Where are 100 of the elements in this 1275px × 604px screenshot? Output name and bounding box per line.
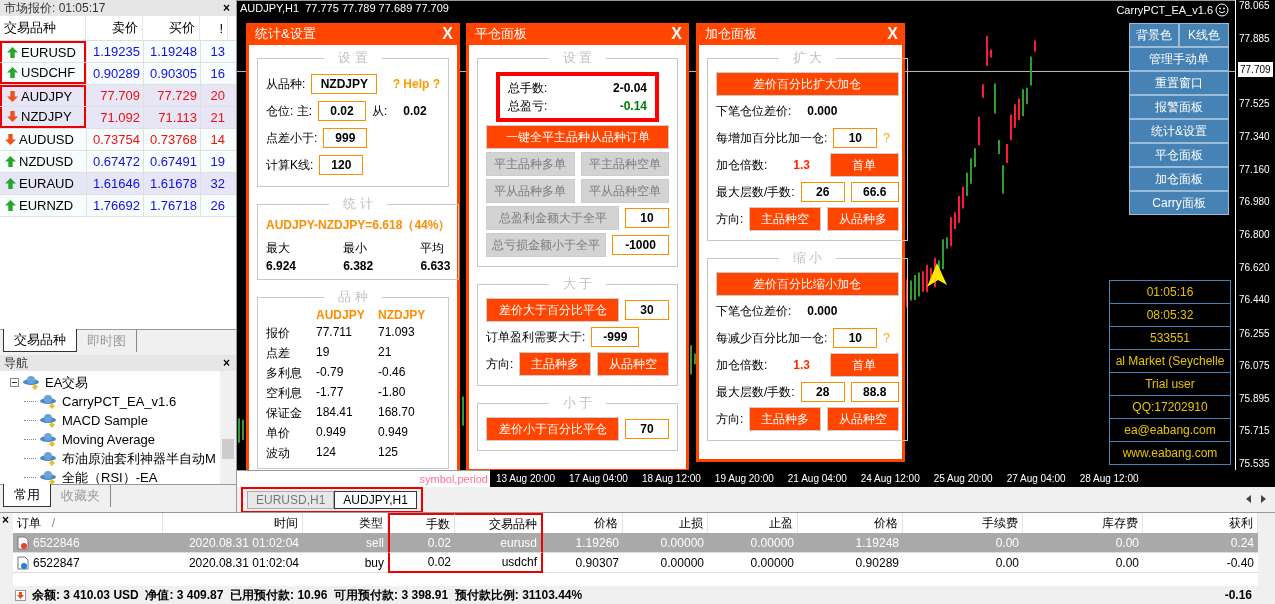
ask-price: 0.73768	[143, 129, 200, 150]
collapse-icon[interactable]	[10, 378, 19, 387]
scrollbar[interactable]	[220, 371, 236, 484]
multiplier-value: 1.3	[793, 158, 811, 172]
table-cell: 1.19260	[543, 533, 623, 553]
ask-price: 0.90305	[143, 63, 200, 84]
value-text: 0.000	[807, 104, 838, 118]
input-field[interactable]: 10	[833, 328, 878, 348]
field-label: 方向:	[716, 210, 744, 228]
panel-button[interactable]: 平仓面板	[1129, 143, 1229, 167]
object-label: symbol,period	[419, 473, 489, 485]
table-cell: 0.00000	[708, 533, 798, 553]
bid-price: 77.709	[86, 85, 143, 106]
table-cell-text: 124	[316, 445, 338, 461]
input-field[interactable]: 88.8	[850, 382, 899, 402]
tree-item[interactable]: CarryPCT_EA_v1.6	[62, 394, 177, 409]
input-field[interactable]: 10	[625, 208, 669, 228]
quote-row[interactable]: AUDJPY 77.709 77.729 20	[0, 85, 236, 107]
tree-item[interactable]: 布油原油套利神器半自动M	[62, 449, 216, 468]
field-label: 方向:	[716, 410, 744, 428]
panel-button[interactable]: Carry面板	[1129, 191, 1229, 215]
info-line: ea@eabang.com	[1110, 419, 1230, 442]
tree-item[interactable]: Moving Average	[62, 432, 155, 447]
spread-headline: AUDJPY-NZDJPY=6.618（44%）	[266, 217, 451, 234]
close-button[interactable]: ×	[0, 513, 11, 527]
table-cell-text: 空利息	[266, 385, 303, 402]
stat-value: 6.633	[420, 259, 451, 273]
stat-label: 最大	[266, 240, 291, 257]
time-label: 21 Aug 04:00	[787, 473, 847, 484]
ask-price: 1.76718	[143, 195, 200, 216]
quote-row[interactable]: NZDJPY 71.092 71.113 21	[0, 107, 236, 129]
time-label: 17 Aug 04:00	[568, 473, 628, 484]
field-label: 点差小于:	[266, 129, 318, 147]
scroll-right-icon[interactable]	[1259, 495, 1267, 503]
panel-button[interactable]: 统计&设置	[1129, 119, 1229, 143]
quote-row[interactable]: USDCHF 0.90289 0.90305 16	[0, 63, 236, 85]
panel-button[interactable]: 加仓面板	[1129, 167, 1229, 191]
table-cell: eurusd	[455, 533, 543, 553]
chart-tab[interactable]: AUDJPY,H1	[334, 491, 417, 509]
panel-title: 加仓面板	[705, 25, 757, 43]
input-field[interactable]: 10	[833, 128, 878, 148]
spread-value: 14	[200, 129, 228, 150]
input-field[interactable]: 999	[323, 128, 368, 148]
table-cell: sell	[303, 533, 388, 553]
quote-row[interactable]: EURNZD 1.76692 1.76718 26	[0, 195, 236, 217]
quote-row[interactable]: EURUSD 1.19235 1.19248 13	[0, 41, 236, 63]
column-header[interactable]: 卖价	[86, 16, 143, 40]
ask-price: 0.67491	[143, 151, 200, 172]
input-field[interactable]: -1000	[612, 235, 669, 255]
column-header[interactable]: !	[200, 16, 228, 40]
info-line: www.eabang.com	[1121, 445, 1219, 462]
tab[interactable]: 常用	[3, 484, 51, 507]
tree-item[interactable]: 全能（RSI）-EA	[62, 468, 158, 484]
hat-icon	[40, 413, 58, 428]
input-field[interactable]: 26	[800, 182, 845, 202]
input-field[interactable]: 66.6	[850, 182, 899, 202]
table-cell-text: -0.79	[316, 365, 345, 381]
table-cell-text: 184.41	[316, 405, 354, 421]
section-legend: 扩 大	[778, 49, 837, 67]
panel-button[interactable]: 报警面板	[1129, 95, 1229, 119]
quote-row[interactable]: AUDUSD 0.73754 0.73768 14	[0, 129, 236, 151]
order-row[interactable]: 6522847 2020.08.31 01:02:04 buy 0.02 usdchf 0.90307 0.00000 0.00000 0.90289 0.00 0.00 -0.40	[13, 553, 1258, 573]
input-field[interactable]: 70	[625, 419, 669, 439]
panel-button[interactable]: 管理手动单	[1129, 47, 1229, 71]
input-field[interactable]: 30	[625, 300, 669, 320]
column-header[interactable]: 买价	[143, 16, 200, 40]
account-summary: 余额: 3 410.03 USD 净值: 3 409.87 已用预付款: 10.96 可用预付款: 3 398.91 预付款比例: 31103.44%	[32, 586, 583, 604]
input-field[interactable]: 0.02	[318, 101, 366, 121]
price-label: 76.620	[1239, 261, 1270, 274]
section-legend: 缩 小	[778, 249, 837, 267]
section-legend: 大 于	[548, 275, 607, 293]
tree-item[interactable]: EA交易	[45, 373, 89, 392]
table-cell-text: -0.46	[378, 365, 407, 381]
close-button[interactable]: ×	[221, 1, 232, 15]
spread-value: 20	[200, 85, 228, 106]
quote-row[interactable]: EURAUD 1.61646 1.61678 32	[0, 173, 236, 195]
info-line: al Market (Seychelle	[1110, 350, 1230, 373]
input-field[interactable]: NZDJPY	[311, 74, 378, 94]
symbol-name: AUDJPY	[21, 89, 73, 104]
input-field[interactable]: 120	[319, 155, 364, 175]
tab[interactable]: 交易品种	[3, 329, 77, 352]
price-label: 75.895	[1239, 392, 1270, 405]
panel-button[interactable]: K线色	[1179, 23, 1229, 47]
scroll-left-icon[interactable]	[1245, 495, 1253, 503]
scrollbar[interactable]	[1258, 513, 1275, 604]
field-label: 加仓倍数:	[716, 156, 768, 174]
close-button[interactable]: ×	[221, 356, 232, 370]
info-line: Trial user	[1110, 373, 1230, 396]
panel-button[interactable]: 重置窗口	[1129, 71, 1229, 95]
input-field[interactable]: -999	[591, 327, 640, 347]
tree-item[interactable]: MACD Sample	[62, 413, 148, 428]
panel-title: 平仓面板	[475, 25, 527, 43]
column-header[interactable]: 交易品种	[0, 16, 86, 40]
chart-tab[interactable]: EURUSD,H1	[247, 491, 335, 509]
panel-button[interactable]: 背景色	[1129, 23, 1179, 47]
input-field[interactable]: 28	[800, 382, 845, 402]
quote-row[interactable]: NZDUSD 0.67472 0.67491 19	[0, 151, 236, 173]
info-line: QQ:17202910	[1110, 396, 1230, 419]
panel-title: 市场报价: 01:05:17	[4, 0, 106, 17]
table-cell-text: -1.77	[316, 385, 345, 401]
